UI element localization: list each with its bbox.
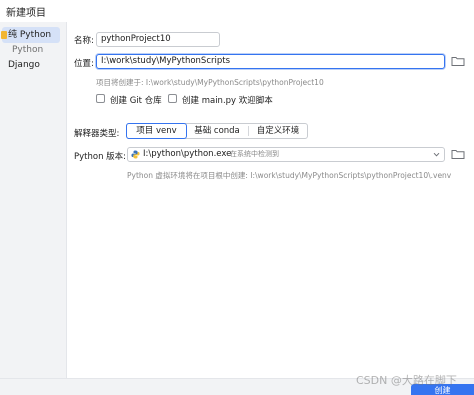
git-checkbox-label: 创建 Git 仓库 — [110, 96, 162, 106]
folder-icon[interactable] — [451, 55, 465, 67]
location-label: 位置: — [74, 59, 94, 69]
chevron-down-icon — [433, 152, 440, 157]
python-detected-note: 在系统中检测到 — [230, 150, 279, 158]
python-version-dropdown[interactable]: I:\python\python.exe 在系统中检测到 — [127, 147, 445, 162]
segment-project-venv[interactable]: 项目 venv — [126, 123, 187, 139]
sidebar-item-label: Python — [12, 45, 44, 55]
sidebar-item-label: Django — [8, 60, 40, 70]
python-path-text: I:\python\python.exe — [143, 149, 232, 159]
location-field[interactable]: I:\work\study\MyPythonScripts — [96, 54, 445, 69]
name-field[interactable]: pythonProject10 — [96, 32, 220, 47]
folder-icon[interactable] — [451, 148, 465, 160]
sidebar-item-django[interactable]: Django — [2, 57, 60, 73]
sidebar-item-pure-python[interactable]: 纯 Python — [1, 27, 60, 43]
main-py-checkbox[interactable] — [168, 94, 177, 103]
watermark: CSDN @大路在脚下 — [356, 374, 457, 387]
segment-base-conda[interactable]: 基础 conda — [187, 124, 247, 138]
main-py-checkbox-label: 创建 main.py 欢迎脚本 — [182, 96, 273, 106]
interpreter-type-label: 解释器类型: — [74, 129, 120, 139]
segment-custom-env[interactable]: 自定义环境 — [249, 124, 307, 138]
window-title: 新建项目 — [6, 8, 46, 19]
sidebar-item-python[interactable]: Python — [2, 42, 60, 58]
python-logo-icon — [131, 150, 140, 159]
sidebar-item-label: 纯 Python — [8, 30, 52, 40]
location-hint: 项目将创建于: I:\work\study\MyPythonScripts\py… — [96, 78, 324, 87]
name-label: 名称: — [74, 36, 94, 46]
sidebar: 纯 Python Python Django — [0, 22, 67, 395]
python-folder-icon — [1, 31, 7, 39]
interpreter-type-segmented: 项目 venv 基础 conda 自定义环境 — [126, 123, 308, 139]
venv-hint: Python 虚拟环境将在项目根中创建: I:\work\study\MyPyt… — [127, 171, 452, 180]
python-version-label: Python 版本: — [74, 152, 127, 162]
git-checkbox[interactable] — [96, 94, 105, 103]
title-bar: 新建项目 — [0, 0, 474, 22]
